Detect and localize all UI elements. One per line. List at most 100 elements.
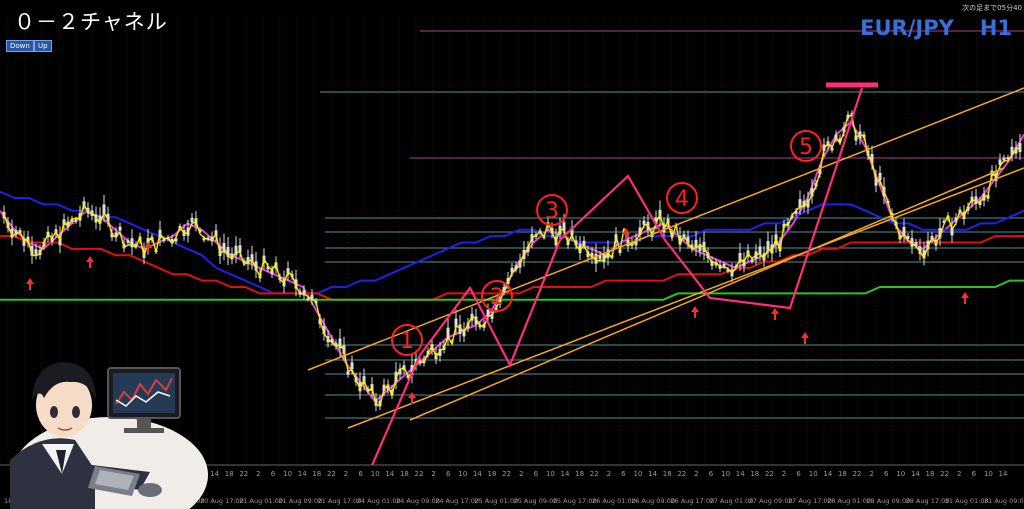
date-tick: 21 Aug 17:00 — [318, 497, 362, 505]
presenter-avatar — [10, 362, 208, 509]
hour-tick: 6 — [358, 470, 363, 478]
hour-tick: 14 — [823, 470, 832, 478]
down-button[interactable]: Down — [6, 40, 34, 52]
hour-tick: 18 — [663, 470, 672, 478]
date-tick: 28 Aug 17:00 — [906, 497, 950, 505]
hour-tick: 2 — [256, 470, 260, 478]
hour-tick: 2 — [344, 470, 348, 478]
hour-tick: 2 — [607, 470, 611, 478]
up-button[interactable]: Up — [34, 40, 52, 52]
hour-tick: 6 — [621, 470, 626, 478]
candle-body — [190, 217, 194, 223]
hour-tick: 18 — [575, 470, 584, 478]
up-arrow — [961, 292, 969, 304]
candle-body — [34, 249, 38, 255]
date-tick: 25 Aug 09:00 — [514, 497, 558, 505]
date-tick: 25 Aug 17:00 — [553, 497, 597, 505]
date-tick: 26 Aug 17:00 — [670, 497, 714, 505]
up-arrow — [691, 306, 699, 318]
hour-tick: 10 — [984, 470, 993, 478]
hour-tick: 10 — [721, 470, 730, 478]
hour-tick: 6 — [796, 470, 801, 478]
hour-tick: 14 — [210, 470, 219, 478]
hour-tick: 14 — [648, 470, 657, 478]
candle-body — [642, 220, 646, 225]
hour-tick: 14 — [473, 470, 482, 478]
hour-tick: 22 — [940, 470, 949, 478]
trend-channel — [307, 87, 1024, 429]
hour-tick: 14 — [561, 470, 570, 478]
candle-body — [74, 219, 78, 222]
date-tick: 24 Aug 17:00 — [435, 497, 479, 505]
date-tick: 27 Aug 09:00 — [749, 497, 793, 505]
hour-tick: 6 — [972, 470, 977, 478]
hour-tick: 10 — [283, 470, 292, 478]
hour-tick: 6 — [446, 470, 451, 478]
candle-body — [698, 244, 702, 251]
wave-label: 2 — [490, 285, 504, 310]
hour-tick: 2 — [431, 470, 435, 478]
hour-tick: 18 — [400, 470, 409, 478]
date-tick: 26 Aug 01:00 — [592, 497, 636, 505]
hour-tick: 10 — [371, 470, 380, 478]
hour-tick: 22 — [502, 470, 511, 478]
date-tick: 27 Aug 17:00 — [788, 497, 832, 505]
hour-tick: 10 — [896, 470, 905, 478]
date-tick: 21 Aug 01:00 — [239, 497, 283, 505]
hour-tick: 2 — [519, 470, 523, 478]
channel-title: ０－２チャネル — [14, 10, 168, 34]
date-tick: 28 Aug 01:00 — [827, 497, 871, 505]
hour-tick: 10 — [809, 470, 818, 478]
date-tick: 28 Aug 09:00 — [866, 497, 910, 505]
candle-body — [878, 172, 882, 181]
hour-tick: 18 — [488, 470, 497, 478]
hour-tick: 22 — [239, 470, 248, 478]
hour-tick: 2 — [782, 470, 786, 478]
hour-tick: 22 — [765, 470, 774, 478]
wave-label: 3 — [545, 199, 559, 224]
hour-tick: 6 — [884, 470, 889, 478]
candle-body — [118, 226, 122, 231]
hour-tick: 22 — [677, 470, 686, 478]
hour-tick: 14 — [298, 470, 307, 478]
candle-body — [350, 362, 354, 370]
up-arrow — [771, 308, 779, 320]
date-tick: 27 Aug 01:00 — [710, 497, 754, 505]
timeframe-label: H1 — [979, 16, 1012, 40]
hour-tick: 10 — [546, 470, 555, 478]
hour-tick: 22 — [853, 470, 862, 478]
up-arrow — [801, 332, 809, 344]
date-tick: 24 Aug 09:00 — [396, 497, 440, 505]
hour-tick: 14 — [385, 470, 394, 478]
candle-body — [306, 297, 310, 300]
hour-tick: 10 — [634, 470, 643, 478]
hour-tick: 22 — [415, 470, 424, 478]
date-tick: 26 Aug 09:00 — [631, 497, 675, 505]
hour-tick: 18 — [926, 470, 935, 478]
bar-countdown: 次の足まで05分40 — [962, 4, 1022, 12]
date-tick: 31 Aug 01:00 — [945, 497, 989, 505]
date-tick: 31 Aug 09:00 — [984, 497, 1024, 505]
hour-tick: 10 — [458, 470, 467, 478]
symbol-label: EUR/JPY H1 — [860, 16, 1012, 40]
candle-body — [1002, 157, 1006, 161]
hour-tick: 14 — [736, 470, 745, 478]
hour-tick: 14 — [911, 470, 920, 478]
hour-tick: 18 — [838, 470, 847, 478]
candle-body — [758, 246, 762, 255]
hour-tick: 22 — [590, 470, 599, 478]
hour-tick: 6 — [709, 470, 714, 478]
wave-path — [368, 87, 864, 471]
hour-tick: 2 — [869, 470, 873, 478]
date-tick: 25 Aug 01:00 — [474, 497, 518, 505]
hour-tick: 2 — [694, 470, 698, 478]
wave-label: 5 — [799, 135, 813, 160]
hour-tick: 22 — [327, 470, 336, 478]
symbol-name: EUR/JPY — [860, 16, 954, 40]
hour-tick: 14 — [999, 470, 1008, 478]
hour-tick: 6 — [534, 470, 539, 478]
wave-label: 1 — [400, 329, 414, 354]
up-arrow — [26, 278, 34, 290]
candle-body — [486, 309, 490, 316]
candle-body — [126, 240, 130, 243]
